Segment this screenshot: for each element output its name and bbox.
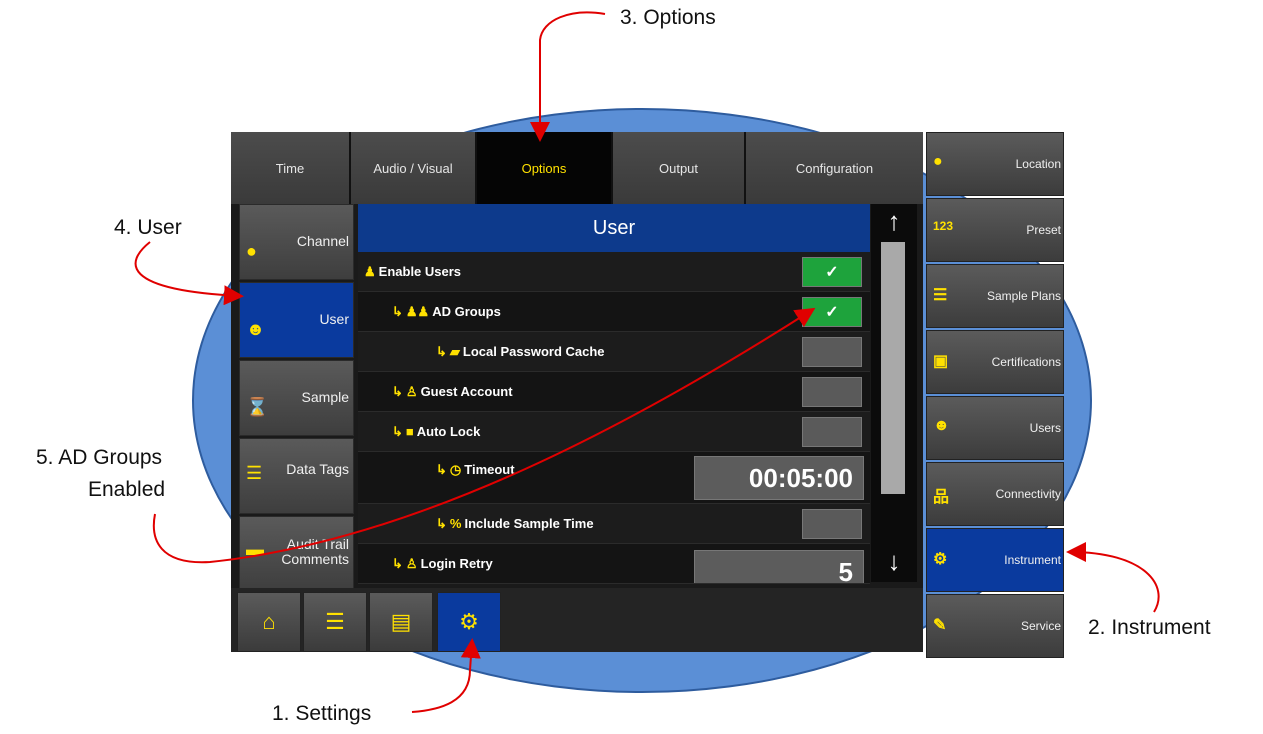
options-annotation: 3. Options bbox=[620, 6, 716, 29]
instrument-callout-arrow bbox=[1066, 542, 1160, 613]
callout-arrows bbox=[134, 11, 1160, 713]
ad-groups-callout-arrow bbox=[152, 307, 816, 564]
instrument-annotation: 2. Instrument bbox=[1088, 616, 1211, 639]
options-callout-arrow bbox=[530, 11, 606, 142]
ad-groups-annotation-line1: 5. AD Groups bbox=[36, 446, 163, 469]
settings-annotation: 1. Settings bbox=[272, 702, 372, 725]
ad-groups-annotation-line2: Enabled bbox=[88, 478, 166, 501]
settings-callout-arrow bbox=[411, 638, 481, 713]
user-callout-arrow bbox=[134, 241, 244, 306]
user-annotation: 4. User bbox=[114, 216, 182, 239]
